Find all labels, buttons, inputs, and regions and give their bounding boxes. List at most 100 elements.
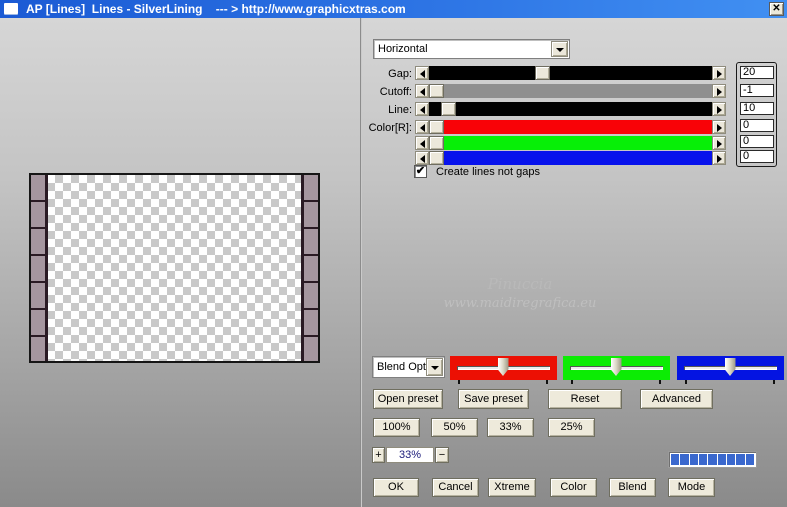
red-channel-slider[interactable] (450, 356, 557, 384)
app-icon (4, 3, 18, 14)
cutoff-value-field[interactable]: -1 (740, 84, 774, 97)
ok-button[interactable]: OK (373, 478, 419, 497)
gap-value-field[interactable]: 20 (740, 66, 774, 79)
cancel-button[interactable]: Cancel (432, 478, 479, 497)
green-channel-slider[interactable] (563, 356, 670, 384)
progress-segment (698, 454, 708, 465)
arrow-right-icon (716, 88, 722, 96)
color-g-slider[interactable] (429, 136, 712, 150)
preview-right-line-bar (301, 175, 318, 361)
slider-label-cutoff: Cutoff: (379, 86, 412, 98)
arrow-left-icon (419, 106, 425, 114)
color-b-slider[interactable] (429, 151, 712, 165)
chevron-down-icon (555, 48, 564, 52)
blend-options-drop-button[interactable] (426, 358, 443, 376)
arrow-left-icon (419, 124, 425, 132)
blend-options-select[interactable]: Blend Opti (372, 356, 445, 378)
mode-select[interactable]: Horizontal (373, 39, 570, 59)
zoom-in-button[interactable]: + (372, 447, 385, 463)
titlebar: AP [Lines] Lines - SilverLining --- > ht… (0, 0, 787, 18)
line-value-field[interactable]: 10 (740, 102, 774, 115)
watermark-website: www.maidiregrafica.eu (443, 296, 597, 311)
mode-select-value: Horizontal (378, 43, 428, 55)
arrow-right-icon (716, 155, 722, 163)
slider-label-gap: Gap: (388, 68, 412, 80)
line-increase-button[interactable] (712, 102, 726, 116)
color-r-slider-thumb[interactable] (429, 120, 444, 134)
tick-mark (659, 380, 661, 384)
zoom-level-display: 33% (386, 447, 434, 463)
red-channel-pointer[interactable] (497, 358, 509, 376)
progress-bar-segments (671, 454, 754, 465)
gap-slider[interactable] (429, 66, 712, 80)
xtreme-button[interactable]: Xtreme (488, 478, 536, 497)
panel-divider (360, 18, 362, 507)
reset-button[interactable]: Reset (548, 389, 622, 409)
gap-decrease-button[interactable] (415, 66, 429, 80)
arrow-left-icon (419, 155, 425, 163)
zoom-out-button[interactable]: − (435, 447, 449, 463)
green-channel-pointer[interactable] (610, 358, 622, 376)
arrow-right-icon (716, 70, 722, 78)
create-lines-checkbox[interactable]: ✔ (414, 165, 427, 178)
color-r-slider[interactable] (429, 120, 712, 134)
color-g-slider-thumb[interactable] (429, 136, 444, 150)
zoom-100-button[interactable]: 100% (373, 418, 420, 437)
chevron-down-icon (430, 366, 439, 370)
blue-channel-pointer[interactable] (724, 358, 736, 376)
progress-segment (745, 454, 754, 465)
progress-segment (726, 454, 736, 465)
tick-mark (458, 380, 460, 384)
progress-segment (708, 454, 717, 465)
mode-select-drop-button[interactable] (551, 41, 568, 57)
blue-channel-slider[interactable] (677, 356, 784, 384)
progress-segment (671, 454, 680, 465)
color-button[interactable]: Color (550, 478, 597, 497)
create-lines-checkbox-label: Create lines not gaps (436, 166, 540, 178)
open-preset-button[interactable]: Open preset (373, 389, 443, 409)
color-g-value-field[interactable]: 0 (740, 135, 774, 148)
zoom-50-button[interactable]: 50% (431, 418, 478, 437)
gap-increase-button[interactable] (712, 66, 726, 80)
gap-slider-thumb[interactable] (535, 66, 550, 80)
mode-button[interactable]: Mode (668, 478, 715, 497)
cutoff-decrease-button[interactable] (415, 84, 429, 98)
progress-bar (668, 451, 757, 468)
slider-label-color-r: Color[R]: (368, 122, 412, 134)
close-button[interactable]: ✕ (769, 2, 784, 16)
color-g-increase-button[interactable] (712, 136, 726, 150)
tick-mark (685, 380, 687, 384)
progress-segment (680, 454, 689, 465)
color-r-value-field[interactable]: 0 (740, 119, 774, 132)
zoom-25-button[interactable]: 25% (548, 418, 595, 437)
arrow-right-icon (716, 106, 722, 114)
preview-canvas[interactable] (29, 173, 320, 363)
advanced-button[interactable]: Advanced (640, 389, 713, 409)
cutoff-slider-thumb[interactable] (429, 84, 444, 98)
color-g-decrease-button[interactable] (415, 136, 429, 150)
color-b-value-field[interactable]: 0 (740, 150, 774, 163)
color-b-increase-button[interactable] (712, 151, 726, 165)
color-r-increase-button[interactable] (712, 120, 726, 134)
line-slider-thumb[interactable] (441, 102, 456, 116)
arrow-right-icon (716, 124, 722, 132)
blend-button[interactable]: Blend (609, 478, 656, 497)
watermark-name: Pinuccia (487, 275, 553, 293)
cutoff-slider[interactable] (429, 84, 712, 98)
color-b-slider-thumb[interactable] (429, 151, 444, 165)
slider-label-line: Line: (388, 104, 412, 116)
checkmark-icon: ✔ (415, 165, 426, 177)
tick-mark (571, 380, 573, 384)
line-slider[interactable] (429, 102, 712, 116)
color-b-decrease-button[interactable] (415, 151, 429, 165)
arrow-left-icon (419, 140, 425, 148)
color-r-decrease-button[interactable] (415, 120, 429, 134)
line-decrease-button[interactable] (415, 102, 429, 116)
zoom-33-button[interactable]: 33% (487, 418, 534, 437)
progress-segment (689, 454, 698, 465)
cutoff-increase-button[interactable] (712, 84, 726, 98)
plugin-window: AP [Lines] Lines - SilverLining --- > ht… (0, 0, 787, 507)
arrow-left-icon (419, 88, 425, 96)
save-preset-button[interactable]: Save preset (458, 389, 529, 409)
window-title: AP [Lines] Lines - SilverLining --- > ht… (26, 2, 406, 16)
